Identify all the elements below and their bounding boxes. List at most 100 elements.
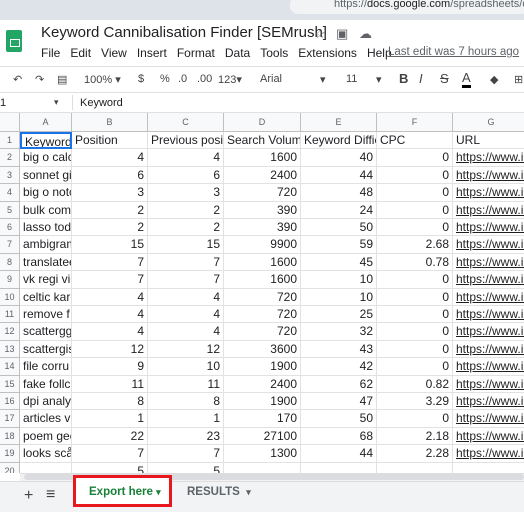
table-cell[interactable]: 2	[72, 219, 148, 237]
table-cell[interactable]: 0.82	[377, 375, 453, 393]
table-cell[interactable]: 45	[301, 253, 377, 272]
table-cell[interactable]: 0	[377, 201, 453, 219]
table-cell[interactable]: 10	[301, 288, 377, 306]
table-cell[interactable]: 4	[148, 323, 224, 341]
table-cell[interactable]: https://www.ilo	[453, 376, 524, 393]
table-cell[interactable]: 2	[148, 201, 224, 219]
table-cell[interactable]: https://www.ilo	[453, 358, 524, 376]
table-cell[interactable]: 2400	[224, 375, 301, 393]
strikethrough-button[interactable]: S	[440, 71, 449, 86]
table-cell[interactable]: 1300	[224, 445, 301, 463]
table-cell[interactable]: 8	[148, 393, 224, 411]
table-cell[interactable]: 3	[148, 184, 224, 202]
table-cell[interactable]: 48	[301, 184, 377, 202]
name-box-dropdown-icon[interactable]: ▾	[54, 97, 59, 108]
zoom-select[interactable]: 100% ▾	[84, 73, 121, 86]
all-sheets-icon[interactable]: ≡	[46, 486, 55, 504]
table-cell[interactable]: sonnet git	[20, 166, 72, 185]
table-cell[interactable]: 390	[224, 219, 301, 237]
table-cell[interactable]: https://www.ilo	[453, 289, 524, 306]
text-color-button[interactable]: A	[462, 70, 471, 88]
table-cell[interactable]: https://www.ilo	[453, 271, 524, 289]
table-cell[interactable]: 42	[301, 358, 377, 376]
font-select[interactable]: Arial	[260, 73, 282, 85]
table-cell[interactable]: 10	[301, 271, 377, 289]
table-cell[interactable]: 6	[148, 166, 224, 185]
table-cell[interactable]: 50	[301, 410, 377, 428]
table-cell[interactable]: 11	[72, 375, 148, 393]
table-cell[interactable]: 15	[148, 236, 224, 254]
table-cell[interactable]: 1600	[224, 271, 301, 289]
url-bar[interactable]: https://docs.google.com/spreadsheets/d/1…	[290, 0, 524, 14]
table-cell[interactable]: 1900	[224, 393, 301, 411]
cloud-status-icon[interactable]: ☁	[359, 26, 372, 42]
document-title[interactable]: Keyword Cannibalisation Finder [SEMrush]	[41, 24, 327, 41]
table-cell[interactable]: 44	[301, 445, 377, 463]
row-header[interactable]: 4	[0, 184, 20, 202]
table-cell[interactable]: 3.29	[377, 393, 453, 411]
row-header[interactable]: 10	[0, 288, 20, 306]
table-cell[interactable]: remove f t	[20, 306, 72, 324]
table-cell[interactable]: 44	[301, 166, 377, 185]
table-cell[interactable]: 4	[148, 306, 224, 324]
table-cell[interactable]: https://www.ilo	[453, 393, 524, 411]
row-header[interactable]: 13	[0, 340, 20, 359]
table-cell[interactable]: 4	[72, 323, 148, 341]
table-cell[interactable]: 2	[148, 219, 224, 237]
table-cell[interactable]: 62	[301, 375, 377, 393]
undo-icon[interactable]: ↶	[13, 73, 22, 86]
table-cell[interactable]: vk regi vie	[20, 271, 72, 289]
table-cell[interactable]: 1600	[224, 149, 301, 167]
header-cell[interactable]: Keyword Difficu	[301, 132, 377, 150]
table-cell[interactable]: 9	[72, 358, 148, 376]
table-cell[interactable]	[224, 462, 301, 473]
table-cell[interactable]: 3600	[224, 340, 301, 359]
table-cell[interactable]: 720	[224, 323, 301, 341]
table-cell[interactable]: 40	[301, 149, 377, 167]
table-cell[interactable]: 2400	[224, 166, 301, 185]
table-cell[interactable]: 7	[148, 253, 224, 272]
table-cell[interactable]: https://www.ilo	[453, 202, 524, 219]
row-header[interactable]: 11	[0, 306, 20, 324]
table-cell[interactable]: 4	[148, 288, 224, 306]
menu-edit[interactable]: Edit	[70, 46, 91, 60]
table-cell[interactable]: 0.78	[377, 253, 453, 272]
row-header[interactable]: 5	[0, 201, 20, 219]
table-cell[interactable]: 0	[377, 340, 453, 359]
table-cell[interactable]: https://www.ilo	[453, 219, 524, 237]
table-cell[interactable]: 50	[301, 219, 377, 237]
table-cell[interactable]: 4	[72, 149, 148, 167]
table-cell[interactable]: 2.68	[377, 236, 453, 254]
table-cell[interactable]: 47	[301, 393, 377, 411]
table-cell[interactable]: 2.28	[377, 445, 453, 463]
table-cell[interactable]: 0	[377, 184, 453, 202]
table-cell[interactable]: 0	[377, 149, 453, 167]
table-cell[interactable]: big o notc	[20, 184, 72, 202]
table-cell[interactable]: 10	[148, 358, 224, 376]
table-cell[interactable]: 7	[72, 253, 148, 272]
sheet-tab-export-here[interactable]: Export here ▾	[73, 475, 172, 507]
move-folder-icon[interactable]: ▣	[336, 26, 348, 42]
table-cell[interactable]: 4	[72, 288, 148, 306]
table-cell[interactable]: 4	[148, 149, 224, 167]
table-cell[interactable]: 0	[377, 306, 453, 324]
percent-button[interactable]: %	[160, 73, 170, 85]
table-cell[interactable]: 15	[72, 236, 148, 254]
table-cell[interactable]: articles vn	[20, 410, 72, 428]
sheets-logo-icon[interactable]	[6, 30, 22, 52]
menu-insert[interactable]: Insert	[137, 46, 167, 60]
row-header[interactable]: 17	[0, 410, 20, 428]
row-header[interactable]: 2	[0, 149, 20, 167]
table-cell[interactable]: 22	[72, 427, 148, 446]
table-cell[interactable]: 3	[72, 184, 148, 202]
table-cell[interactable]: 8	[72, 393, 148, 411]
table-cell[interactable]: 7	[72, 445, 148, 463]
table-cell[interactable]: 12	[72, 340, 148, 359]
table-cell[interactable]: 4	[72, 306, 148, 324]
table-cell[interactable]: 1900	[224, 358, 301, 376]
font-size-dropdown-icon[interactable]: ▾	[376, 73, 382, 86]
table-cell[interactable]: looks scå	[20, 445, 72, 463]
header-cell[interactable]: URL	[453, 132, 524, 150]
table-cell[interactable]: 9900	[224, 236, 301, 254]
table-cell[interactable]: https://www.ilo	[453, 149, 524, 167]
